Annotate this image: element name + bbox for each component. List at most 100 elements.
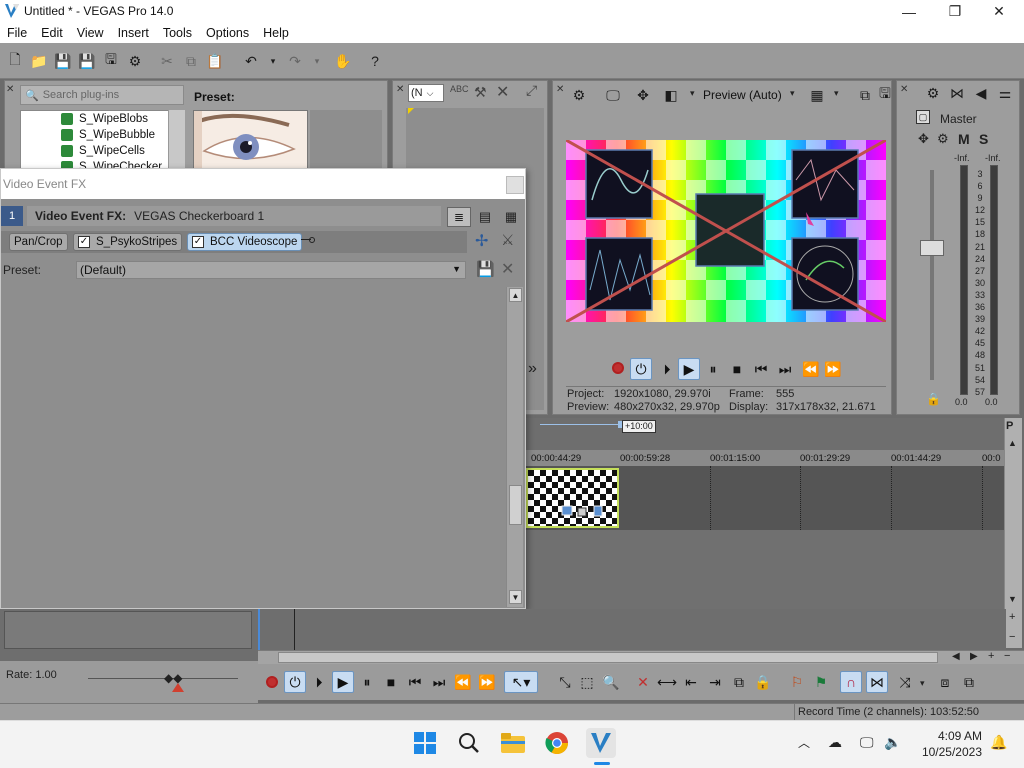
scroll-thumb[interactable] xyxy=(278,652,938,663)
cut-icon[interactable]: ✂ xyxy=(158,52,176,70)
track-header-area[interactable] xyxy=(4,611,252,649)
start-windows-icon[interactable] xyxy=(410,728,440,758)
snapping-magnet-icon[interactable]: ∩ xyxy=(840,671,862,693)
pan-icon[interactable]: ✥ xyxy=(918,131,929,147)
panel-close-icon[interactable]: ✕ xyxy=(556,84,564,95)
auto-crossfade-icon[interactable]: ⋈ xyxy=(866,671,888,693)
dialog-close-button[interactable] xyxy=(506,176,524,194)
menu-insert[interactable]: Insert xyxy=(111,26,156,40)
redo-icon[interactable]: ↷ xyxy=(286,52,304,70)
redo-dropdown-icon[interactable]: ▾ xyxy=(308,52,326,70)
onedrive-cloud-icon[interactable]: ☁ xyxy=(828,734,842,751)
lock-icon[interactable]: 🔒 xyxy=(752,671,774,693)
master-settings-gear-icon[interactable]: ⚙ xyxy=(924,84,942,102)
trimmer-settings-icon[interactable]: ⤢ xyxy=(526,82,537,99)
render-icon[interactable]: 🖫 xyxy=(102,51,120,70)
next-frame-icon[interactable]: ⏩ xyxy=(822,358,844,380)
scroll-up-icon[interactable]: ▲ xyxy=(1008,438,1017,448)
menu-tools[interactable]: Tools xyxy=(156,26,199,40)
record-icon[interactable] xyxy=(266,676,278,688)
insert-region-icon[interactable]: ⚑ xyxy=(810,671,832,693)
zoom-out-icon[interactable]: − xyxy=(1009,631,1015,643)
trimmer-dropdown[interactable]: (N ⌵ xyxy=(408,84,444,102)
panel-close-icon[interactable]: ✕ xyxy=(396,84,404,95)
pause-icon[interactable]: ⏸ xyxy=(702,358,724,380)
save-as-icon[interactable]: 💾 xyxy=(78,52,96,70)
trim-icon[interactable]: ⟷ xyxy=(656,671,678,693)
play-from-start-icon[interactable]: ⏵ xyxy=(656,358,678,380)
record-icon[interactable] xyxy=(612,362,624,374)
fx-preset-dropdown[interactable]: (Default) ▼ xyxy=(76,261,466,279)
plugin-list-scrollbar[interactable] xyxy=(168,110,185,172)
go-to-start-icon[interactable]: ⏮ xyxy=(750,358,772,380)
zoom-tool-icon[interactable]: 🔍 xyxy=(600,671,622,693)
split-icon[interactable]: ⧉ xyxy=(728,671,750,693)
menu-file[interactable]: File xyxy=(0,26,34,40)
dim-output-icon[interactable]: ◀ xyxy=(972,84,990,102)
chevron-down-icon[interactable]: ▾ xyxy=(920,678,925,689)
checkerboard-event-clip[interactable] xyxy=(526,468,619,528)
menu-options[interactable]: Options xyxy=(199,26,256,40)
plugin-item[interactable]: S_WipeCells xyxy=(21,143,184,159)
scroll-right-icon[interactable]: ▶ xyxy=(970,651,978,662)
plugin-chain-icon[interactable]: ✢ xyxy=(475,231,488,251)
panel-close-icon[interactable]: ✕ xyxy=(900,84,908,95)
undo-dropdown-icon[interactable]: ▾ xyxy=(264,52,282,70)
checkbox-checked-icon[interactable]: ✓ xyxy=(192,236,204,248)
menu-view[interactable]: View xyxy=(70,26,111,40)
copy-icon[interactable]: ⧉ xyxy=(182,52,200,70)
scroll-down-icon[interactable]: ▼ xyxy=(1008,594,1017,604)
save-icon[interactable]: 💾 xyxy=(54,52,72,70)
next-frame-icon[interactable]: ⏩ xyxy=(476,671,498,693)
menu-help[interactable]: Help xyxy=(256,26,296,40)
taskbar-time[interactable]: 4:09 AM xyxy=(920,729,982,743)
pause-icon[interactable]: ⏸ xyxy=(356,671,378,693)
trim-end-icon[interactable]: ⇥ xyxy=(704,671,726,693)
delete-icon[interactable]: ✕ xyxy=(632,671,654,693)
list-view-icon[interactable]: ≣ xyxy=(447,207,471,227)
insert-marker-icon[interactable]: ⚐ xyxy=(786,671,808,693)
plugin-tree[interactable]: S_WipeBlobs S_WipeBubble S_WipeCells S_W… xyxy=(20,110,185,172)
previous-frame-icon[interactable]: ⏪ xyxy=(800,358,822,380)
overlays-grid-icon[interactable]: ▦ xyxy=(808,86,826,104)
stop-icon[interactable]: ■ xyxy=(380,671,402,693)
timeline-horizontal-scrollbar[interactable]: ◀ ▶ + − xyxy=(258,650,1024,664)
zoom-in-icon[interactable]: + xyxy=(1009,611,1015,623)
ignore-grouping-icon[interactable]: ⧉ xyxy=(958,671,980,693)
normal-edit-tool-icon[interactable]: ↖▾ xyxy=(504,671,538,693)
preview-quality-dropdown[interactable]: Preview (Auto) xyxy=(703,88,782,102)
vegas-taskbar-icon[interactable] xyxy=(586,728,616,758)
solo-button[interactable]: S xyxy=(979,131,988,147)
chevron-down-icon[interactable]: ▾ xyxy=(690,88,695,99)
mixer-faders-icon[interactable]: ⚌ xyxy=(996,84,1014,102)
lock-icon[interactable]: 🔒 xyxy=(926,392,941,406)
fx-chain-bcc-videoscope[interactable]: ✓ BCC Videoscope xyxy=(187,233,303,251)
network-icon[interactable]: 🖵 xyxy=(860,734,874,751)
minimize-button[interactable]: — xyxy=(886,0,932,23)
scroll-thumb[interactable] xyxy=(509,485,522,525)
plugin-search-input[interactable]: 🔍 Search plug-ins xyxy=(20,85,184,105)
expand-chevrons-icon[interactable]: » xyxy=(528,360,537,378)
new-file-icon[interactable]: 🗋 xyxy=(6,51,24,70)
fx-dialog-scrollbar[interactable]: ▲ ▼ xyxy=(506,287,523,607)
volume-icon[interactable]: 🔈 xyxy=(884,734,901,751)
loop-playback-icon[interactable]: ⏻ xyxy=(284,671,306,693)
panel-close-icon[interactable]: ✕ xyxy=(6,84,14,95)
taskbar-date[interactable]: 10/25/2023 xyxy=(904,745,982,759)
remove-plugin-icon[interactable]: ⚔ xyxy=(501,231,514,249)
marker-p-icon[interactable]: P xyxy=(1006,420,1013,432)
timeline-lower-area[interactable] xyxy=(258,609,1006,651)
whats-this-help-icon[interactable]: ? xyxy=(366,52,384,70)
search-icon[interactable] xyxy=(454,728,484,758)
lock-envelopes-icon[interactable]: ⧈ xyxy=(934,671,956,693)
scroll-down-icon[interactable]: ▼ xyxy=(509,590,522,604)
play-icon[interactable]: ▶ xyxy=(678,358,700,380)
loop-playback-icon[interactable]: ⏻ xyxy=(630,358,652,380)
downmix-icon[interactable]: ⋈ xyxy=(948,84,966,102)
rate-slider-track[interactable] xyxy=(88,678,238,679)
checkbox-checked-icon[interactable]: ✓ xyxy=(78,236,90,248)
fx-chain-psykostripes[interactable]: ✓ S_PsykoStripes xyxy=(73,233,183,251)
enable-snapping-icon[interactable]: ✋ xyxy=(334,52,352,70)
show-hidden-icons-icon[interactable]: ︿ xyxy=(798,734,810,751)
maximize-button[interactable]: ❐ xyxy=(932,0,978,23)
